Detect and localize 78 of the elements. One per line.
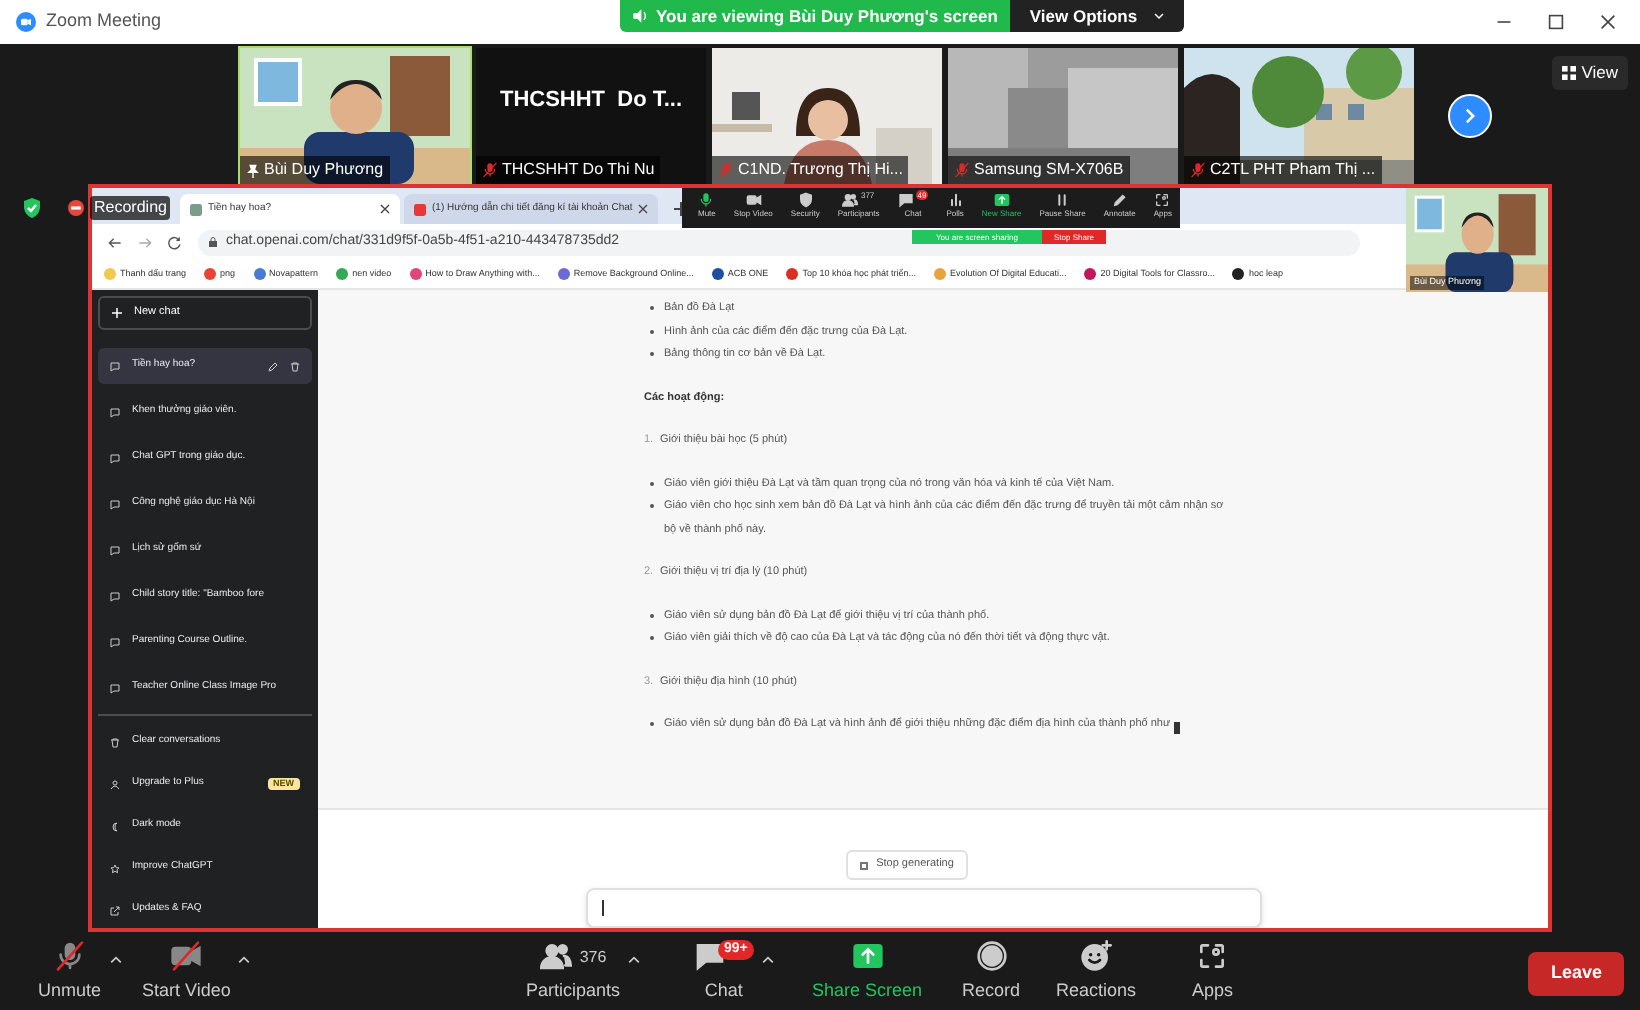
smiley-icon (1080, 940, 1113, 972)
speech-bubble-icon (110, 407, 120, 417)
toolbar-button[interactable]: Start Video (140, 940, 233, 1005)
star-icon (110, 863, 120, 873)
video-tile[interactable]: C1ND. Trương Thị Hi... (712, 48, 942, 184)
toolbar-button[interactable]: Unmute (36, 940, 104, 1005)
apps-icon (1154, 192, 1171, 208)
video-camera-icon (745, 192, 762, 208)
toolbar-button[interactable]: Apps (1190, 940, 1236, 1005)
participant-display-name: THCSHHT Do T... (499, 86, 683, 116)
back-icon[interactable] (108, 235, 122, 249)
participant-name: Samsung SM-X706B (974, 158, 1124, 182)
toolbar-button[interactable]: Reactions (1054, 940, 1139, 1005)
bar-chart-icon (947, 192, 964, 208)
caret-icon[interactable] (238, 956, 251, 964)
tab-favicon-icon (190, 203, 202, 215)
trash-icon[interactable] (290, 361, 300, 371)
people-icon (842, 192, 859, 208)
close-icon[interactable] (380, 204, 390, 214)
close-icon[interactable] (1600, 14, 1616, 30)
tab-favicon-icon (414, 203, 426, 215)
moon-icon (110, 821, 120, 831)
speech-bubble-icon (110, 545, 120, 555)
participant-count: 376 (579, 946, 607, 970)
video-tile[interactable]: Bùi Duy Phương (240, 48, 470, 184)
speech-bubble-icon (110, 591, 120, 601)
speaker-icon (632, 8, 648, 24)
participant-name: Bùi Duy Phương (264, 158, 384, 182)
toolbar-button[interactable]: Share Screen (810, 940, 925, 1005)
message-input[interactable] (585, 888, 1261, 928)
share-arrow-icon (993, 192, 1010, 208)
next-page-button[interactable] (1448, 94, 1492, 138)
shield-check-icon[interactable] (20, 196, 44, 220)
caret-icon[interactable] (628, 956, 641, 964)
participant-name: C1ND. Trương Thị Hi... (738, 158, 903, 182)
participant-name: C2TL PHT Pham Thị ... (1210, 158, 1376, 182)
caret-icon[interactable] (109, 956, 122, 964)
pen-icon (1111, 192, 1128, 208)
speech-bubble-icon (110, 499, 120, 509)
toolbar-button[interactable]: Record (960, 940, 1023, 1005)
leave-button[interactable]: Leave (1528, 952, 1624, 995)
speech-bubble-icon (110, 683, 120, 693)
view-button[interactable]: View (1551, 56, 1628, 90)
apps-icon (1196, 940, 1229, 972)
banner-text: You are viewing Bùi Duy Phương's screen (656, 3, 998, 29)
video-tile[interactable]: C2TL PHT Pham Thị ... (1184, 48, 1414, 184)
shield-icon (797, 192, 814, 208)
view-options-button[interactable]: View Options (1009, 0, 1184, 32)
reload-icon[interactable] (168, 235, 182, 249)
video-tile[interactable]: THCSHHT Do T... THCSHHT Do Thi Nu (476, 48, 706, 184)
pause-icon (1054, 192, 1071, 208)
people-icon (539, 940, 572, 972)
toolbar-button[interactable]: 376 Participants (524, 940, 623, 1005)
microphone-icon (698, 192, 715, 208)
pencil-icon[interactable] (268, 361, 278, 371)
external-link-icon (110, 905, 120, 915)
trash-icon (110, 737, 120, 747)
participant-name: THCSHHT Do Thi Nu (502, 158, 655, 182)
grid-icon (1561, 65, 1576, 80)
plus-icon (112, 308, 122, 318)
speech-bubble-icon (110, 361, 120, 371)
speech-bubble-icon (897, 192, 914, 208)
speech-bubble-icon (110, 637, 120, 647)
recording-label: Recording (90, 196, 171, 220)
app-logo-icon (16, 12, 36, 32)
speech-bubble-icon (110, 453, 120, 463)
stop-square-icon (860, 861, 869, 869)
record-icon (975, 940, 1007, 972)
caret-icon (1153, 12, 1164, 20)
caret-icon[interactable] (761, 956, 774, 964)
close-icon[interactable] (638, 204, 649, 214)
video-tile[interactable]: Samsung SM-X706B (948, 48, 1178, 184)
chevron-right-icon (1462, 108, 1478, 124)
window-title: Zoom Meeting (46, 8, 162, 35)
maximize-icon[interactable] (1548, 14, 1564, 30)
lock-icon (208, 236, 218, 248)
user-icon (110, 779, 120, 789)
record-icon (68, 200, 84, 216)
